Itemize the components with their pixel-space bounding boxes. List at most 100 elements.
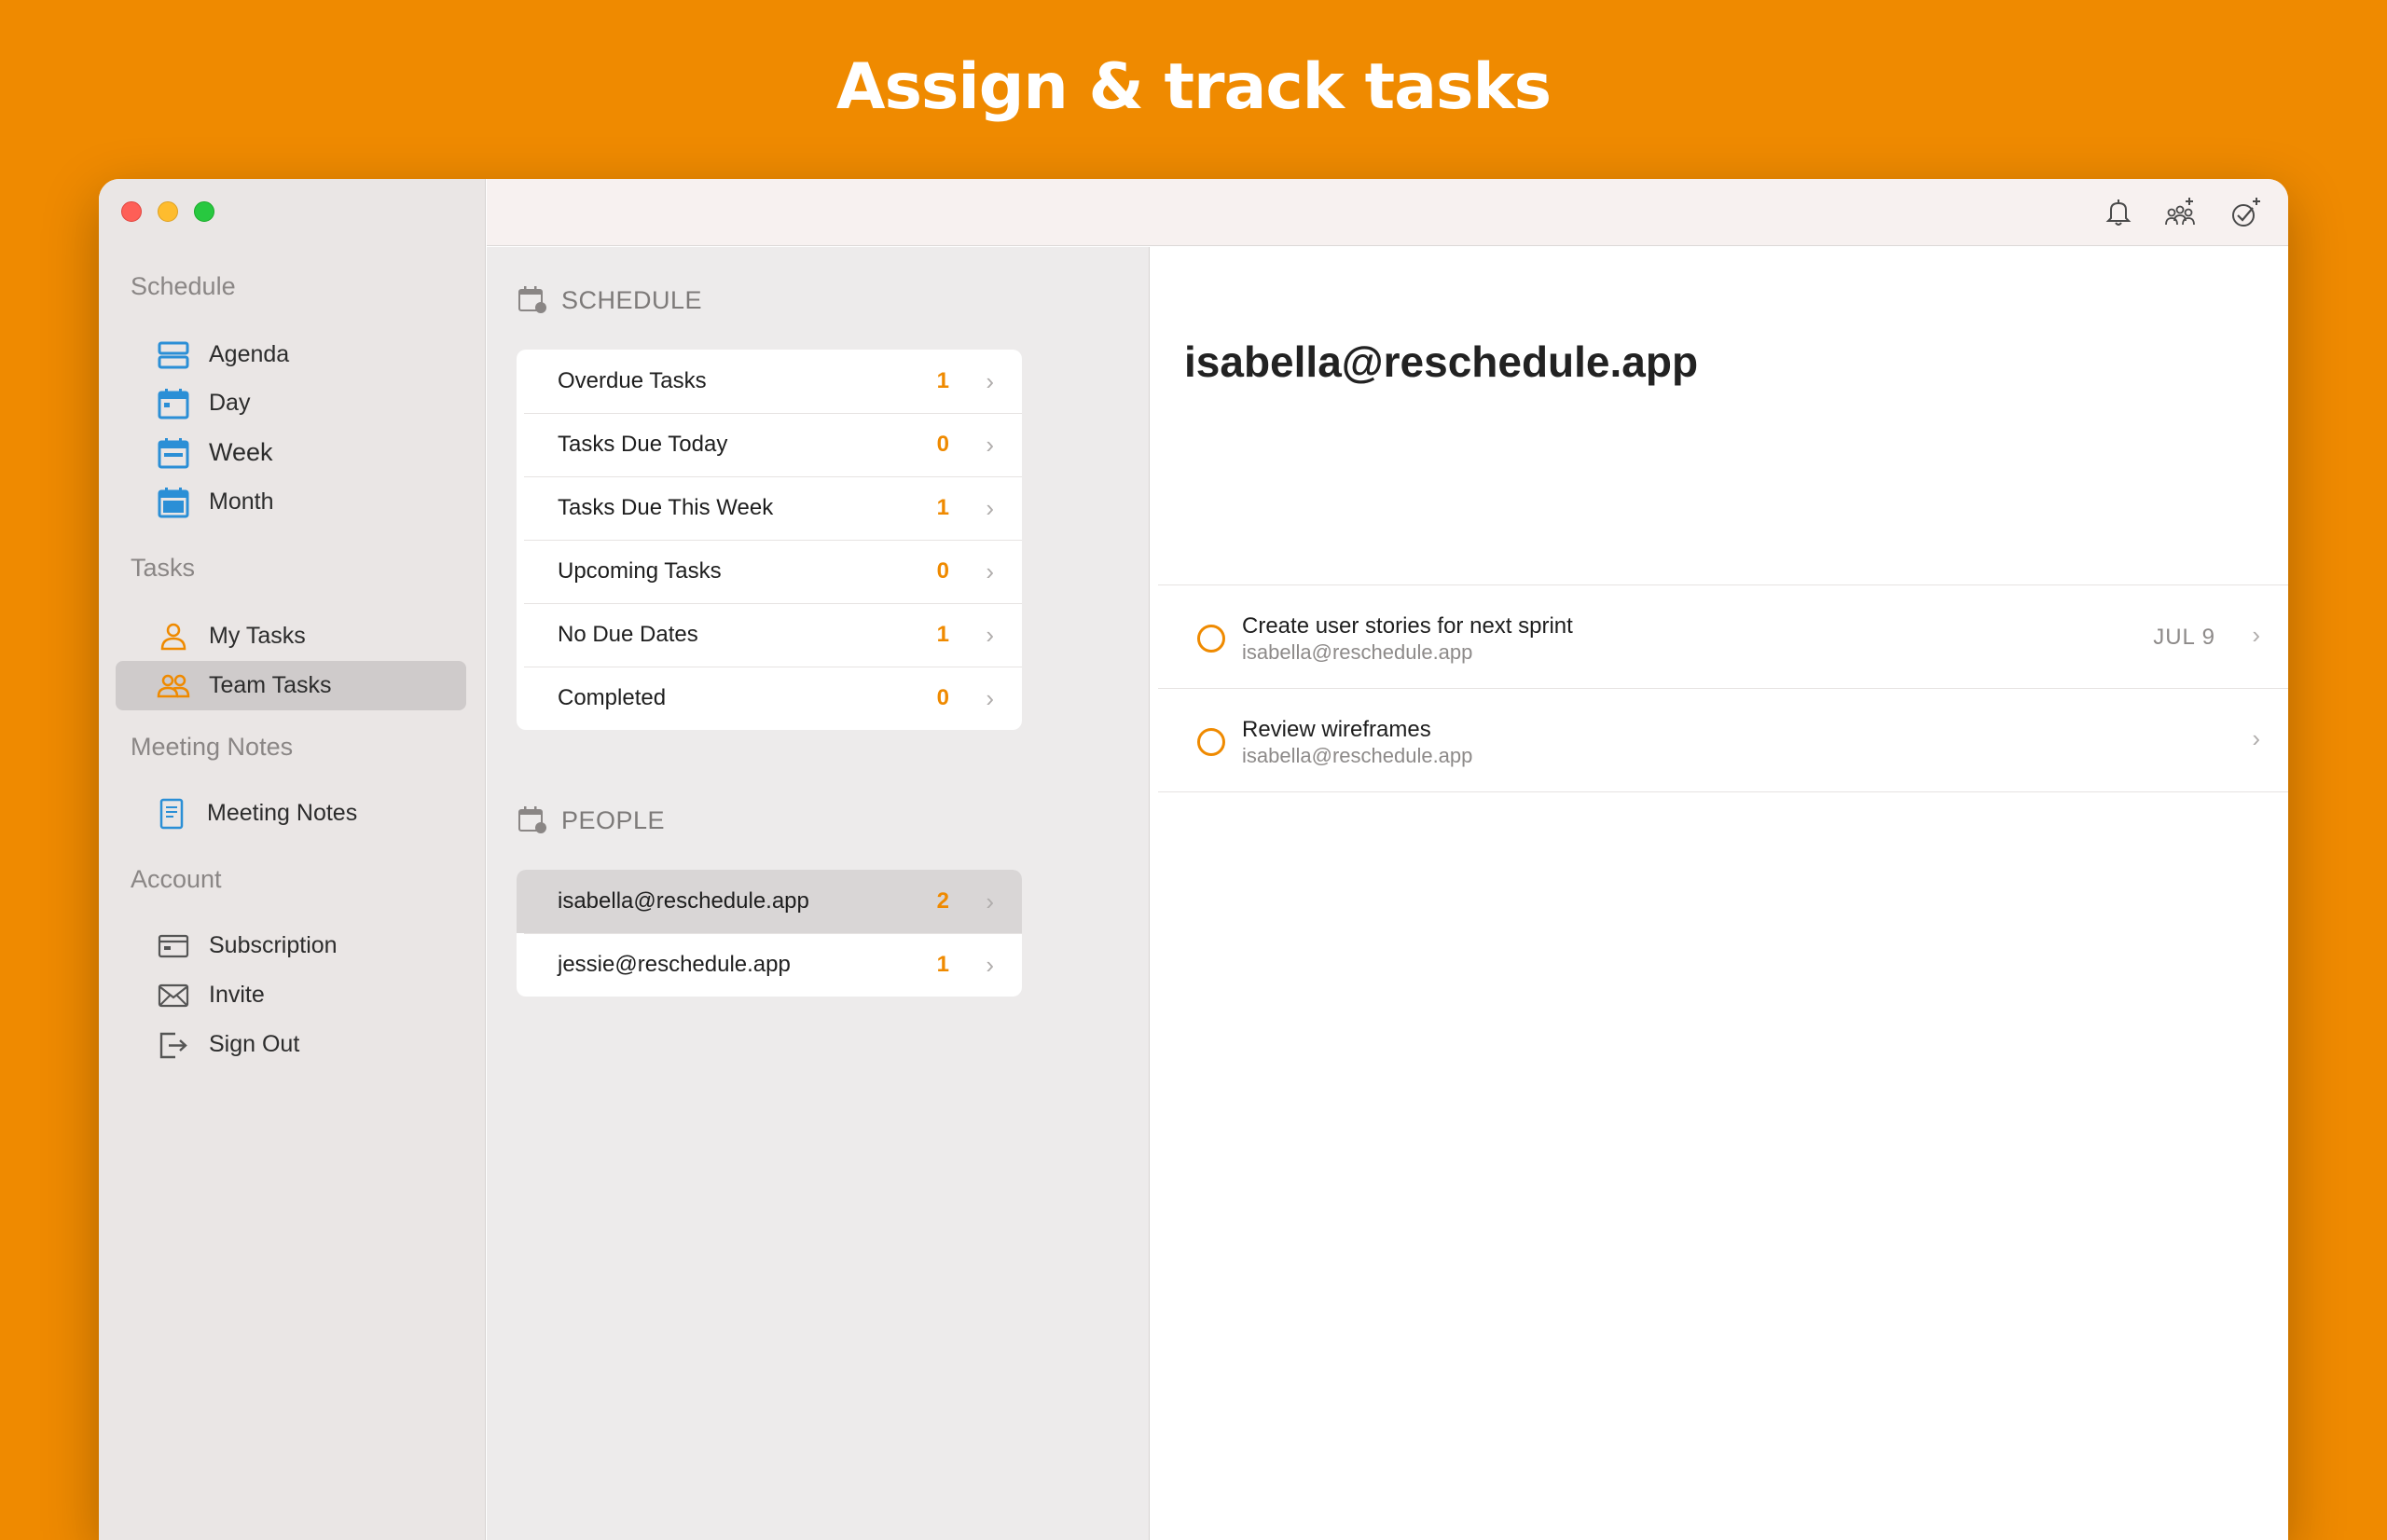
row-label: No Due Dates [558, 622, 698, 647]
detail-title: isabella@reschedule.app [1184, 337, 1699, 386]
zoom-window-button[interactable] [194, 201, 214, 222]
calendar-badge-icon [518, 286, 546, 313]
row-count: 0 [936, 685, 949, 710]
chevron-right-icon: › [986, 430, 994, 459]
sidebar-item-week[interactable]: Week [116, 428, 466, 477]
chevron-right-icon: › [986, 950, 994, 979]
chevron-right-icon: › [986, 366, 994, 395]
people-list: isabella@reschedule.app 2 › jessie@resch… [517, 870, 1022, 997]
sidebar-item-agenda[interactable]: Agenda [116, 330, 466, 379]
row-label: Overdue Tasks [558, 368, 707, 393]
sidebar-item-label: Sign Out [209, 1031, 300, 1057]
task-complete-checkbox[interactable] [1197, 625, 1225, 653]
section-title-meeting-notes: Meeting Notes [131, 733, 294, 761]
person-row-jessie[interactable]: jessie@reschedule.app 1 › [517, 933, 1022, 997]
chevron-right-icon: › [986, 493, 994, 522]
calendar-badge-icon [518, 806, 546, 833]
row-count: 1 [936, 495, 949, 520]
chevron-right-icon: › [2252, 724, 2260, 752]
sidebar-item-invite[interactable]: Invite [116, 970, 466, 1020]
agenda-icon [157, 338, 190, 372]
row-label: Upcoming Tasks [558, 558, 722, 584]
sidebar-item-meeting-notes[interactable]: Meeting Notes [116, 789, 466, 838]
schedule-row-due-this-week[interactable]: Tasks Due This Week 1 › [517, 476, 1022, 540]
row-label: jessie@reschedule.app [558, 952, 791, 977]
row-label: Tasks Due Today [558, 432, 728, 457]
schedule-row-upcoming[interactable]: Upcoming Tasks 0 › [517, 540, 1022, 603]
add-task-icon [2232, 198, 2260, 227]
calendar-week-icon [157, 436, 190, 470]
envelope-icon [157, 979, 190, 1012]
chevron-right-icon: › [2252, 621, 2260, 649]
schedule-header-label: SCHEDULE [561, 285, 703, 314]
sidebar-item-label: Meeting Notes [207, 800, 358, 826]
app-window: Schedule Agenda Day Week Month Tasks My … [99, 179, 2288, 1540]
calendar-day-icon [157, 387, 190, 420]
sidebar-item-label: Day [209, 390, 251, 416]
chevron-right-icon: › [986, 683, 994, 712]
schedule-row-completed[interactable]: Completed 0 › [517, 667, 1022, 730]
task-assignee: isabella@reschedule.app [1242, 640, 1473, 664]
chevron-right-icon: › [986, 620, 994, 649]
person-row-isabella[interactable]: isabella@reschedule.app 2 › [517, 870, 1022, 933]
sidebar-item-label: Week [209, 438, 273, 466]
row-count: 2 [936, 888, 949, 914]
row-count: 1 [936, 368, 949, 393]
sidebar-item-label: My Tasks [209, 623, 306, 649]
window-controls [121, 201, 214, 222]
sidebar-item-team-tasks[interactable]: Team Tasks [116, 661, 466, 710]
add-people-button[interactable] [2159, 192, 2201, 233]
task-title: Review wireframes [1242, 717, 1431, 742]
card-icon [157, 929, 190, 963]
bell-icon [2105, 199, 2132, 226]
sidebar-item-label: Team Tasks [209, 672, 332, 698]
section-title-tasks: Tasks [131, 554, 196, 582]
sidebar-item-my-tasks[interactable]: My Tasks [116, 612, 466, 661]
people-icon [157, 669, 190, 703]
close-window-button[interactable] [121, 201, 142, 222]
task-assignee: isabella@reschedule.app [1242, 744, 1473, 767]
sidebar-item-label: Month [209, 488, 274, 515]
schedule-header: SCHEDULE [517, 284, 702, 316]
toolbar [487, 179, 2288, 246]
schedule-row-overdue[interactable]: Overdue Tasks 1 › [517, 350, 1022, 413]
add-people-icon [2165, 198, 2195, 226]
row-count: 0 [936, 558, 949, 584]
sidebar-item-sign-out[interactable]: Sign Out [116, 1020, 466, 1069]
schedule-row-due-today[interactable]: Tasks Due Today 0 › [517, 413, 1022, 476]
people-header: PEOPLE [517, 804, 665, 836]
add-task-button[interactable] [2225, 192, 2266, 233]
headline: Assign & track tasks [835, 50, 1552, 124]
chevron-right-icon: › [986, 887, 994, 915]
task-row[interactable]: Review wireframes isabella@reschedule.ap… [1158, 689, 2288, 792]
row-label: Tasks Due This Week [558, 495, 774, 520]
sidebar-item-label: Invite [209, 982, 265, 1008]
detail-pane: isabella@reschedule.app Create user stor… [1151, 247, 2288, 1540]
schedule-list: Overdue Tasks 1 › Tasks Due Today 0 › Ta… [517, 350, 1022, 730]
section-title-schedule: Schedule [131, 272, 236, 300]
row-count: 1 [936, 952, 949, 977]
task-complete-checkbox[interactable] [1197, 728, 1225, 756]
filters-column: SCHEDULE Overdue Tasks 1 › Tasks Due Tod… [487, 247, 1150, 1540]
chevron-right-icon: › [986, 557, 994, 585]
task-due-date: JUL 9 [2153, 625, 2215, 650]
row-label: Completed [558, 685, 667, 710]
schedule-row-no-due-dates[interactable]: No Due Dates 1 › [517, 603, 1022, 667]
sidebar-item-month[interactable]: Month [116, 477, 466, 527]
sidebar: Schedule Agenda Day Week Month Tasks My … [99, 179, 486, 1540]
calendar-month-icon [157, 486, 190, 519]
notifications-button[interactable] [2098, 192, 2139, 233]
task-title: Create user stories for next sprint [1242, 613, 1573, 639]
row-count: 1 [936, 622, 949, 647]
task-row[interactable]: Create user stories for next sprint isab… [1158, 585, 2288, 689]
person-icon [157, 620, 190, 653]
section-title-account: Account [131, 865, 222, 893]
note-icon [155, 797, 188, 831]
row-label: isabella@reschedule.app [558, 888, 809, 914]
sidebar-item-label: Subscription [209, 932, 338, 958]
sidebar-item-day[interactable]: Day [116, 378, 466, 428]
minimize-window-button[interactable] [158, 201, 178, 222]
sidebar-item-label: Agenda [209, 341, 290, 367]
sign-out-icon [157, 1028, 190, 1062]
sidebar-item-subscription[interactable]: Subscription [116, 921, 466, 970]
